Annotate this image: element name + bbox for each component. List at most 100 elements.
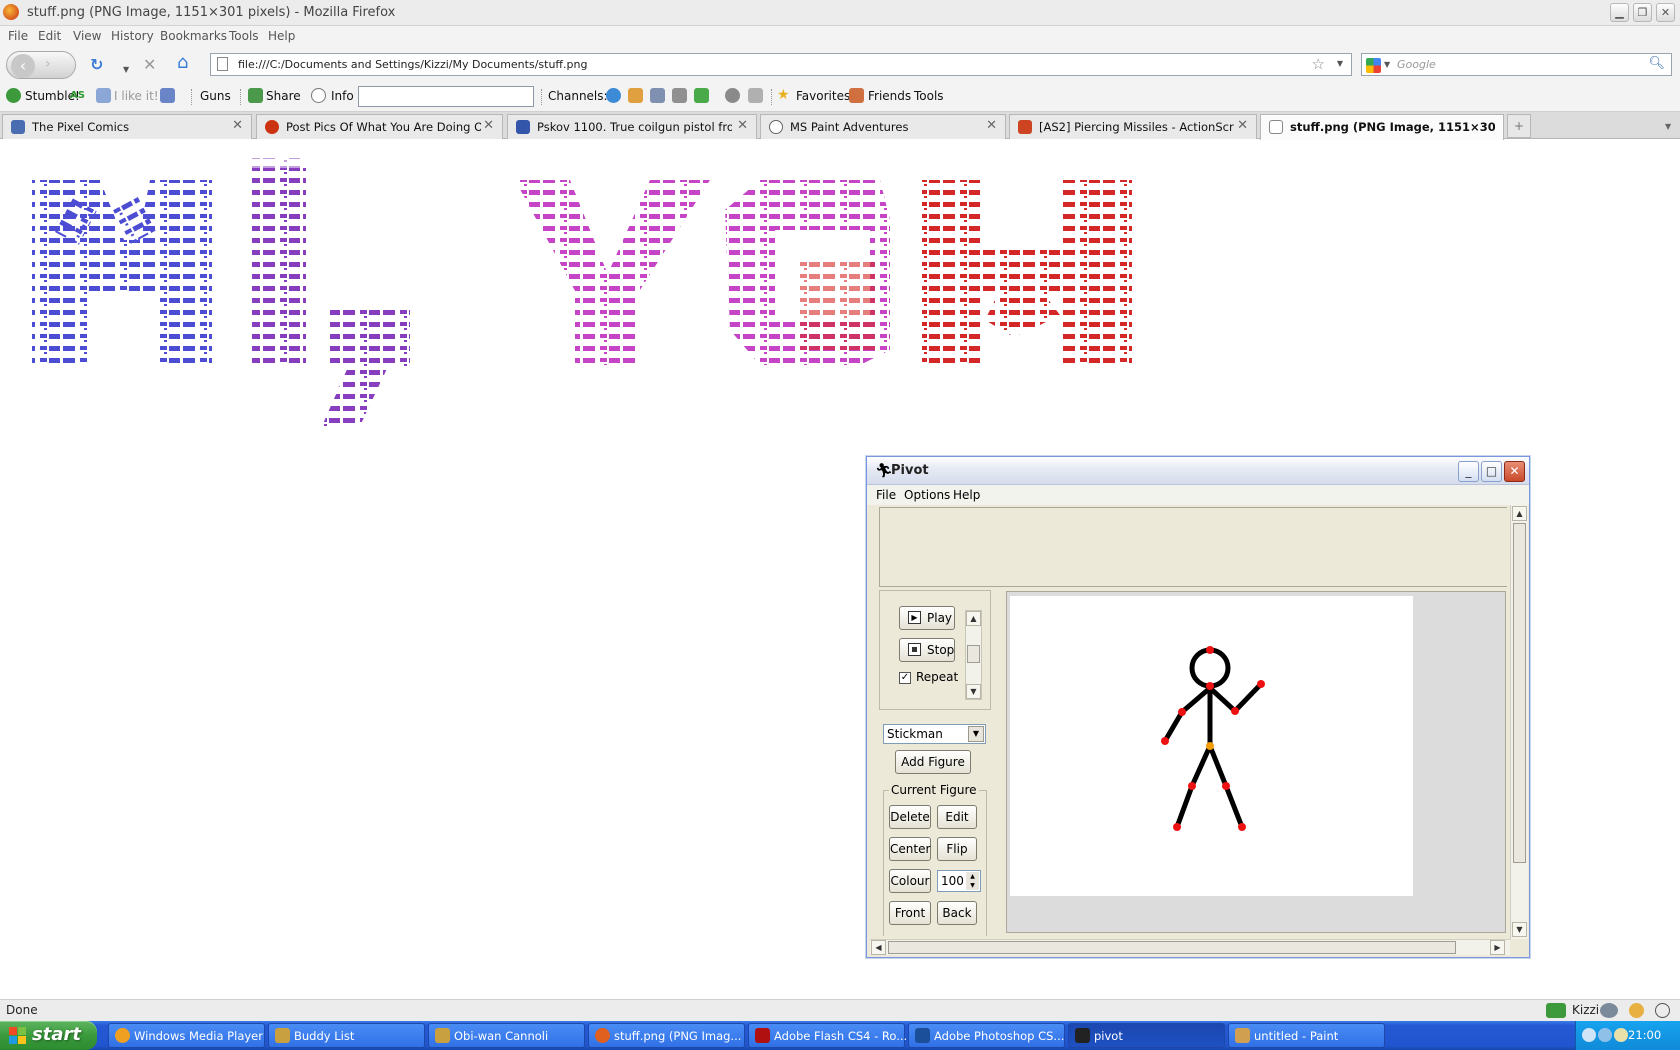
opacity-down-icon[interactable]: ▼ xyxy=(966,881,979,890)
pivot-horizontal-scrollbar[interactable]: ◀ ▶ xyxy=(870,939,1510,955)
thumbs-up-icon[interactable] xyxy=(96,88,111,103)
reload-button[interactable]: ↻ xyxy=(90,56,103,74)
tab-post-pics[interactable]: Post Pics Of What You Are Doing On Yo...… xyxy=(256,114,503,139)
scroll-right-arrow-icon[interactable]: ▶ xyxy=(1490,940,1505,955)
chevron-down-icon[interactable]: ▼ xyxy=(968,726,984,742)
menu-bookmarks[interactable]: Bookmarks xyxy=(160,29,227,43)
menu-help[interactable]: Help xyxy=(268,29,295,43)
scroll-down-arrow-icon[interactable]: ▼ xyxy=(1512,922,1527,937)
close-tab-icon[interactable]: ✕ xyxy=(737,118,748,133)
close-tab-icon[interactable]: ✕ xyxy=(986,118,997,133)
stumbleupon-status-icon[interactable] xyxy=(1546,1003,1566,1018)
pivot-vertical-scrollbar[interactable]: ▲ ▼ xyxy=(1510,505,1528,939)
taskbar-item-adobe-photoshop[interactable]: Adobe Photoshop CS... xyxy=(908,1023,1065,1048)
pivot-menu-options[interactable]: Options xyxy=(904,488,950,502)
delete-button[interactable]: Delete xyxy=(889,805,931,829)
stumble-search-input[interactable] xyxy=(358,86,534,107)
speed-scrollbar[interactable]: ▲ ▼ xyxy=(965,610,982,700)
search-input[interactable]: Google xyxy=(1397,58,1436,71)
url-dropdown-icon[interactable]: ▼ xyxy=(1337,59,1343,68)
history-dropdown-icon[interactable]: ▼ xyxy=(123,61,129,79)
info-button[interactable]: Info xyxy=(331,89,354,103)
pivot-close-button[interactable]: ✕ xyxy=(1504,461,1525,482)
search-icon[interactable]: 🔍︎ xyxy=(1648,56,1665,71)
people-channel-icon[interactable] xyxy=(628,88,643,103)
close-button[interactable]: ✕ xyxy=(1656,3,1675,22)
flip-button[interactable]: Flip xyxy=(937,837,977,861)
menu-history[interactable]: History xyxy=(111,29,154,43)
friends-button[interactable]: Friends xyxy=(868,89,911,103)
taskbar-item-adobe-flash[interactable]: Adobe Flash CS4 - Ro... xyxy=(748,1023,907,1048)
tab-pskov-coilgun[interactable]: Pskov 1100. True coilgun pistol from Ru.… xyxy=(507,114,757,139)
speed-down-arrow-icon[interactable]: ▼ xyxy=(966,684,981,699)
skype-icon[interactable] xyxy=(1655,1003,1670,1018)
favorites-button[interactable]: Favorites xyxy=(796,89,850,103)
opacity-value[interactable]: 100 xyxy=(941,874,964,888)
thumbs-down-icon[interactable] xyxy=(160,88,175,103)
front-button[interactable]: Front xyxy=(889,901,931,925)
colour-button[interactable]: Colour xyxy=(889,869,931,893)
speed-up-arrow-icon[interactable]: ▲ xyxy=(966,611,981,626)
taskbar-item-obi-wan-cannoli[interactable]: Obi-wan Cannoli xyxy=(428,1023,585,1048)
minimize-button[interactable]: ▁ xyxy=(1610,3,1629,22)
taskbar-item-buddy-list[interactable]: Buddy List xyxy=(268,1023,425,1048)
stop-button[interactable]: Stop xyxy=(899,638,955,662)
center-button[interactable]: Center xyxy=(889,837,931,861)
edit-button[interactable]: Edit xyxy=(937,805,977,829)
close-tab-icon[interactable]: ✕ xyxy=(1237,118,1248,133)
tab-list-dropdown-icon[interactable]: ▼ xyxy=(1665,122,1671,131)
pivot-menu-help[interactable]: Help xyxy=(953,488,980,502)
frame-timeline-strip[interactable] xyxy=(879,507,1507,587)
forward-button[interactable]: › xyxy=(45,56,51,72)
taskbar-item-pivot[interactable]: pivot xyxy=(1068,1023,1225,1048)
bookmark-star-icon[interactable]: ☆ xyxy=(1312,55,1325,73)
back-button[interactable]: Back xyxy=(937,901,977,925)
search-bar[interactable]: ▼ Google 🔍︎ xyxy=(1361,53,1672,76)
menu-edit[interactable]: Edit xyxy=(38,29,61,43)
magnifier-icon[interactable] xyxy=(725,88,740,103)
close-tab-icon[interactable]: ✕ xyxy=(483,118,494,133)
share-icon[interactable] xyxy=(248,88,263,103)
scrollbar-thumb[interactable] xyxy=(1513,523,1526,863)
opacity-stepper[interactable]: 100 ▲ ▼ xyxy=(937,870,981,892)
home-button[interactable]: ⌂ xyxy=(177,54,188,72)
opacity-up-icon[interactable]: ▲ xyxy=(966,872,979,881)
tv-channel-icon[interactable] xyxy=(672,88,687,103)
menu-view[interactable]: View xyxy=(73,29,101,43)
globe-channel-icon[interactable] xyxy=(606,88,621,103)
like-button[interactable]: I like it! xyxy=(114,89,159,103)
animation-canvas[interactable] xyxy=(1010,596,1413,896)
menu-tools[interactable]: Tools xyxy=(229,29,259,43)
search-engine-dropdown-icon[interactable]: ▼ xyxy=(1384,60,1390,69)
google-icon[interactable] xyxy=(1366,58,1381,73)
scroll-up-arrow-icon[interactable]: ▲ xyxy=(1512,506,1527,521)
pivot-maximize-button[interactable]: □ xyxy=(1481,461,1502,482)
tab-stuff-png[interactable]: stuff.png (PNG Image, 1151×301 ... xyxy=(1260,114,1504,140)
horizontal-scrollbar-thumb[interactable] xyxy=(888,941,1456,954)
clock[interactable]: 21:00 xyxy=(1628,1028,1661,1042)
tools-menu-button[interactable]: Tools xyxy=(914,89,944,103)
volume-icon[interactable] xyxy=(1614,1028,1628,1042)
guns-menu-button[interactable]: Guns xyxy=(200,89,231,103)
address-input[interactable]: file:///C:/Documents and Settings/Kizzi/… xyxy=(238,58,587,71)
tab-piercing-missiles[interactable]: [AS2] Piercing Missiles - ActionScript.o… xyxy=(1009,114,1257,139)
back-button[interactable]: ‹ xyxy=(11,54,35,78)
speed-slider-thumb[interactable] xyxy=(967,645,980,663)
tab-ms-paint-adventures[interactable]: MS Paint Adventures ✕ xyxy=(760,114,1006,139)
tag-icon[interactable] xyxy=(748,88,763,103)
taskbar-item-firefox[interactable]: stuff.png (PNG Imag... xyxy=(588,1023,745,1048)
figure-type-select[interactable]: Stickman ▼ xyxy=(883,724,986,744)
user-name[interactable]: Kizzi xyxy=(1572,1003,1599,1017)
new-tab-button[interactable]: + xyxy=(1507,114,1531,138)
close-tab-icon[interactable]: ✕ xyxy=(232,118,243,133)
video-channel-icon[interactable] xyxy=(694,88,709,103)
menu-file[interactable]: File xyxy=(8,29,28,43)
start-button[interactable]: start xyxy=(0,1021,97,1050)
taskbar-item-paint[interactable]: untitled - Paint xyxy=(1228,1023,1385,1048)
maximize-button[interactable]: ❐ xyxy=(1633,3,1652,22)
photo-channel-icon[interactable] xyxy=(650,88,665,103)
tab-pixel-comics[interactable]: The Pixel Comics ✕ xyxy=(2,114,252,139)
share-button[interactable]: Share xyxy=(266,89,301,103)
show-hidden-icons-icon[interactable] xyxy=(1582,1028,1596,1042)
taskbar-item-windows-media-player[interactable]: Windows Media Player xyxy=(108,1023,265,1048)
